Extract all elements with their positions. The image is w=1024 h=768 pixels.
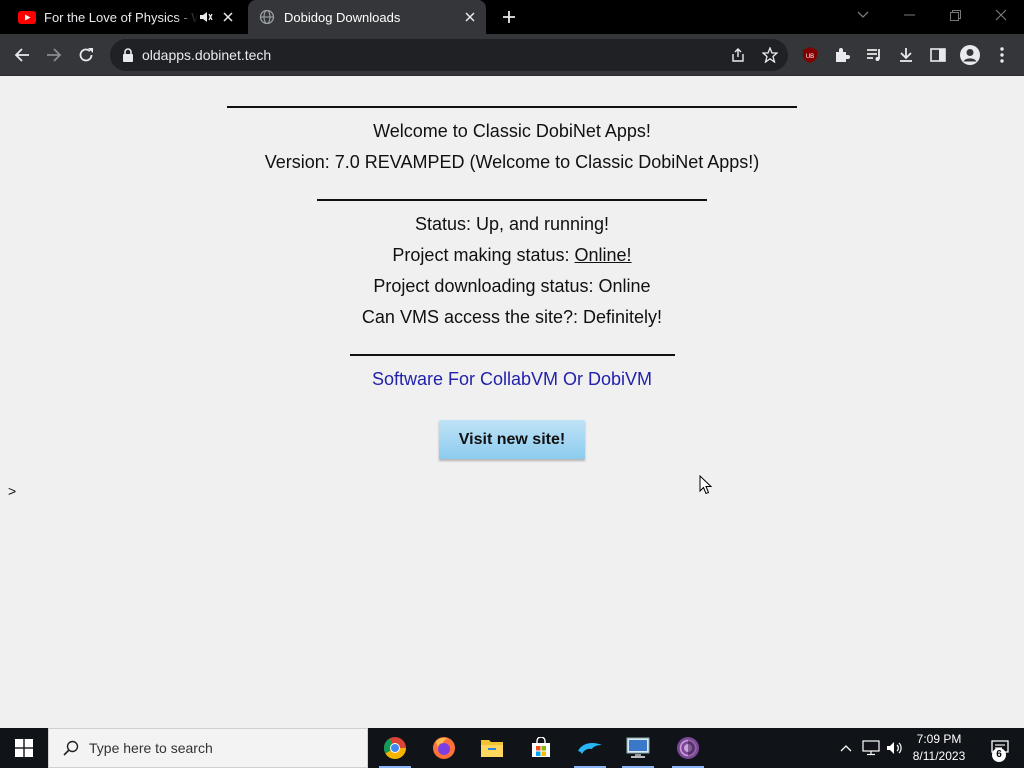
tab-search-button[interactable] xyxy=(840,0,886,30)
tab-youtube[interactable]: For the Love of Physics - Walter Lewin -… xyxy=(8,0,244,34)
mouse-cursor-icon xyxy=(699,475,712,495)
volume-icon[interactable] xyxy=(884,728,906,768)
tab-dobidog[interactable]: Dobidog Downloads xyxy=(248,0,486,34)
network-icon[interactable] xyxy=(860,728,882,768)
kebab-menu-icon[interactable] xyxy=(990,43,1014,67)
start-button[interactable] xyxy=(0,728,48,768)
lock-icon[interactable] xyxy=(120,47,136,63)
arrow-left-icon xyxy=(14,48,29,62)
file-explorer-icon[interactable] xyxy=(468,728,516,768)
media-control-icon[interactable] xyxy=(862,43,886,67)
divider xyxy=(227,106,797,108)
windows-taskbar: Type here to search 7:09 PM 8/11/2023 6 xyxy=(0,728,1024,768)
tab-title: Dobidog Downloads xyxy=(284,9,401,25)
page-content: Welcome to Classic DobiNet Apps! Version… xyxy=(0,77,1024,728)
close-icon[interactable] xyxy=(462,9,478,25)
remote-desktop-icon[interactable] xyxy=(614,728,662,768)
vms-access-text: Can VMS access the site?: Definitely! xyxy=(361,307,663,327)
show-hidden-icons-icon[interactable] xyxy=(836,728,856,768)
store-icon[interactable] xyxy=(517,728,565,768)
close-icon xyxy=(995,9,1007,21)
extensions-icon[interactable] xyxy=(830,43,854,67)
address-bar[interactable]: oldapps.dobinet.tech xyxy=(110,39,788,71)
download-icon[interactable] xyxy=(894,43,918,67)
dolphin-icon[interactable] xyxy=(566,728,614,768)
taskbar-clock[interactable]: 7:09 PM 8/11/2023 xyxy=(908,731,970,765)
search-icon xyxy=(61,738,81,758)
side-panel-icon[interactable] xyxy=(926,43,950,67)
globe-icon xyxy=(258,8,276,26)
clock-date: 8/11/2023 xyxy=(912,749,966,763)
forward-button[interactable] xyxy=(40,41,68,69)
reload-button[interactable] xyxy=(72,41,100,69)
speaker-muted-icon[interactable] xyxy=(198,9,214,25)
making-status-label: Project making status: xyxy=(392,245,570,265)
divider xyxy=(317,199,707,201)
restore-button[interactable] xyxy=(932,0,978,30)
divider xyxy=(350,354,675,356)
prompt-text: > xyxy=(8,483,17,499)
chrome-icon[interactable] xyxy=(371,728,419,768)
minimize-icon xyxy=(903,14,915,16)
plus-icon xyxy=(503,11,515,23)
close-icon[interactable] xyxy=(220,9,236,25)
tab-title: For the Love of Physics - Walter Lewin -… xyxy=(44,9,198,25)
arrow-right-icon xyxy=(47,48,62,62)
version-text: Version: 7.0 REVAMPED (Welcome to Classi… xyxy=(264,152,760,172)
making-status-text: Project making status: Online! xyxy=(0,245,1024,266)
welcome-text: Welcome to Classic DobiNet Apps! xyxy=(373,121,651,141)
windows-logo-icon xyxy=(15,739,33,757)
restore-icon xyxy=(949,9,961,21)
minimize-button[interactable] xyxy=(886,0,932,30)
clock-time: 7:09 PM xyxy=(916,732,962,746)
share-icon[interactable] xyxy=(728,45,748,65)
tor-icon[interactable] xyxy=(664,728,712,768)
url-text[interactable]: oldapps.dobinet.tech xyxy=(142,47,271,63)
taskbar-search-box[interactable]: Type here to search xyxy=(48,728,368,768)
back-button[interactable] xyxy=(8,41,36,69)
making-status-link[interactable]: Online! xyxy=(575,245,632,265)
software-link[interactable]: Software For CollabVM Or DobiVM xyxy=(0,369,1024,390)
search-placeholder[interactable]: Type here to search xyxy=(89,740,213,756)
youtube-icon xyxy=(18,8,36,26)
svg-text:UB: UB xyxy=(806,54,814,60)
close-window-button[interactable] xyxy=(978,0,1024,30)
ublock-extension-icon[interactable]: UB xyxy=(798,43,822,67)
downloading-status-text: Project downloading status: Online xyxy=(373,276,651,296)
tab-strip: For the Love of Physics - Walter Lewin -… xyxy=(0,0,1024,34)
browser-toolbar: oldapps.dobinet.tech UB xyxy=(0,34,1024,76)
profile-avatar-icon[interactable] xyxy=(958,43,982,67)
reload-icon xyxy=(79,48,93,62)
new-tab-button[interactable] xyxy=(497,5,521,29)
status-text: Status: Up, and running! xyxy=(414,214,610,234)
star-icon[interactable] xyxy=(760,45,780,65)
firefox-icon[interactable] xyxy=(420,728,468,768)
visit-new-site-button[interactable]: Visit new site! xyxy=(439,420,585,459)
notification-count-badge: 6 xyxy=(992,748,1006,762)
chevron-down-icon xyxy=(857,11,869,18)
